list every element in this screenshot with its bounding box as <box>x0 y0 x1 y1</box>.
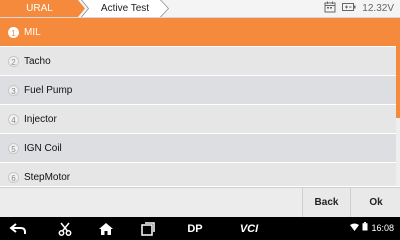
item-number-badge: 6 <box>8 171 19 183</box>
top-header: URAL Active Test 12.32V <box>0 0 400 18</box>
clock: 16:08 <box>371 222 394 233</box>
list-item-label: Fuel Pump <box>24 84 73 96</box>
system-status: 16:08 <box>350 222 394 233</box>
list-item-label: MIL <box>24 26 41 38</box>
breadcrumb-ural-label: URAL <box>26 3 53 14</box>
list-item-label: Tacho <box>24 55 51 67</box>
dp-label: DP <box>187 222 203 235</box>
header-status: 12.32V <box>324 1 394 16</box>
wifi-icon <box>350 223 360 233</box>
test-item-list: 1 MIL 2 Tacho 3 Fuel Pump 4 Injector 5 I… <box>0 18 396 186</box>
list-item-tacho[interactable]: 2 Tacho <box>0 47 396 76</box>
breadcrumb-active-test[interactable]: Active Test <box>82 0 168 17</box>
list-item-fuel-pump[interactable]: 3 Fuel Pump <box>0 76 396 105</box>
item-number-badge: 5 <box>8 142 19 154</box>
vci-icon[interactable]: VCI <box>234 221 264 236</box>
back-icon[interactable] <box>8 221 28 236</box>
list-scrollbar[interactable] <box>396 18 400 186</box>
breadcrumb-ural[interactable]: URAL <box>0 0 85 17</box>
home-icon[interactable] <box>96 221 116 236</box>
scrollbar-thumb[interactable] <box>396 18 400 118</box>
item-number-badge: 1 <box>8 26 19 38</box>
vci-label: VCI <box>239 222 259 235</box>
scissors-icon[interactable] <box>55 221 75 236</box>
battery-icon <box>362 222 368 233</box>
list-item-injector[interactable]: 4 Injector <box>0 105 396 134</box>
voltage-readout: 12.32V <box>362 3 394 14</box>
list-item-mil[interactable]: 1 MIL <box>0 18 396 47</box>
battery-icon <box>342 2 356 15</box>
breadcrumb-active-test-label: Active Test <box>100 3 150 14</box>
item-number-badge: 3 <box>8 84 19 96</box>
list-item-label: Injector <box>24 113 57 125</box>
system-nav-bar: DP VCI 16:08 <box>0 217 400 240</box>
dp-icon[interactable]: DP <box>180 221 210 236</box>
recent-apps-icon[interactable] <box>138 221 158 236</box>
item-number-badge: 2 <box>8 55 19 67</box>
list-item-ign-coil[interactable]: 5 IGN Coil <box>0 134 396 163</box>
list-item-label: IGN Coil <box>24 142 62 154</box>
list-item-stepmotor[interactable]: 6 StepMotor <box>0 163 396 186</box>
calendar-icon <box>324 1 336 16</box>
item-number-badge: 4 <box>8 113 19 125</box>
ok-button[interactable]: Ok <box>350 188 400 218</box>
action-bar: Back Ok <box>0 187 400 218</box>
back-button[interactable]: Back <box>302 188 350 218</box>
list-item-label: StepMotor <box>24 171 71 183</box>
